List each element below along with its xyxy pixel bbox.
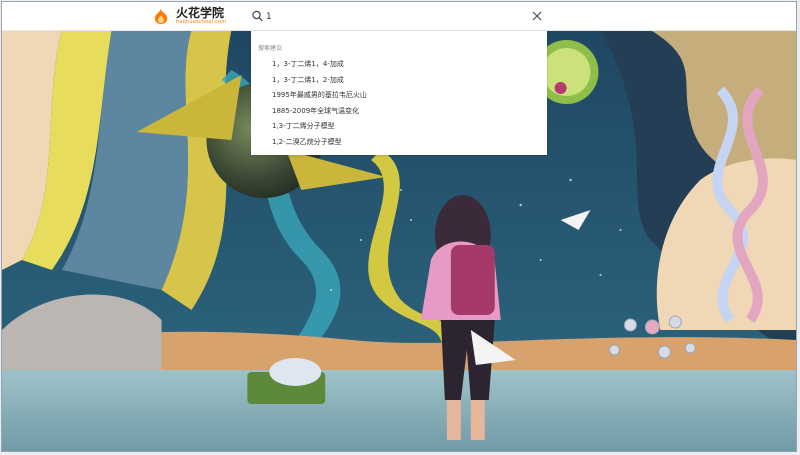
suggestion-item[interactable]: 1,2-二溴乙烷分子模型 — [272, 135, 367, 151]
search-suggestions-dropdown: 搜索建议 1，3-丁二烯1，4-加成 1，3-丁二烯1，2-加成 1995年最威… — [251, 31, 547, 155]
suggestion-item[interactable]: 1995年最威男的基拉韦厄火山 — [272, 88, 367, 104]
logo-subtitle: huohuaschool.com — [176, 19, 227, 25]
search-input[interactable] — [264, 8, 518, 26]
suggestion-item[interactable]: 1，3-丁二烯1，2-加成 — [272, 73, 367, 89]
suggestion-item[interactable]: 1885-2009年全球气温变化 — [272, 104, 367, 120]
suggestions-list: 1，3-丁二烯1，4-加成 1，3-丁二烯1，2-加成 1995年最威男的基拉韦… — [272, 57, 367, 150]
browser-frame: 火花学院 huohuaschool.com 搜索建议 1，3-丁二烯1，4-加成… — [1, 1, 797, 452]
suggestions-title: 搜索建议 — [258, 45, 283, 52]
logo-flame-icon — [154, 9, 168, 24]
logo[interactable]: 火花学院 huohuaschool.com — [152, 7, 226, 25]
top-bar: 火花学院 huohuaschool.com — [2, 2, 796, 31]
suggestion-item[interactable]: 1,3-丁二烯分子模型 — [272, 119, 367, 135]
close-icon[interactable] — [531, 10, 543, 22]
search-bar — [250, 8, 550, 26]
logo-title: 火花学院 — [176, 6, 225, 20]
suggestion-item[interactable]: 1，3-丁二烯1，4-加成 — [272, 57, 367, 73]
